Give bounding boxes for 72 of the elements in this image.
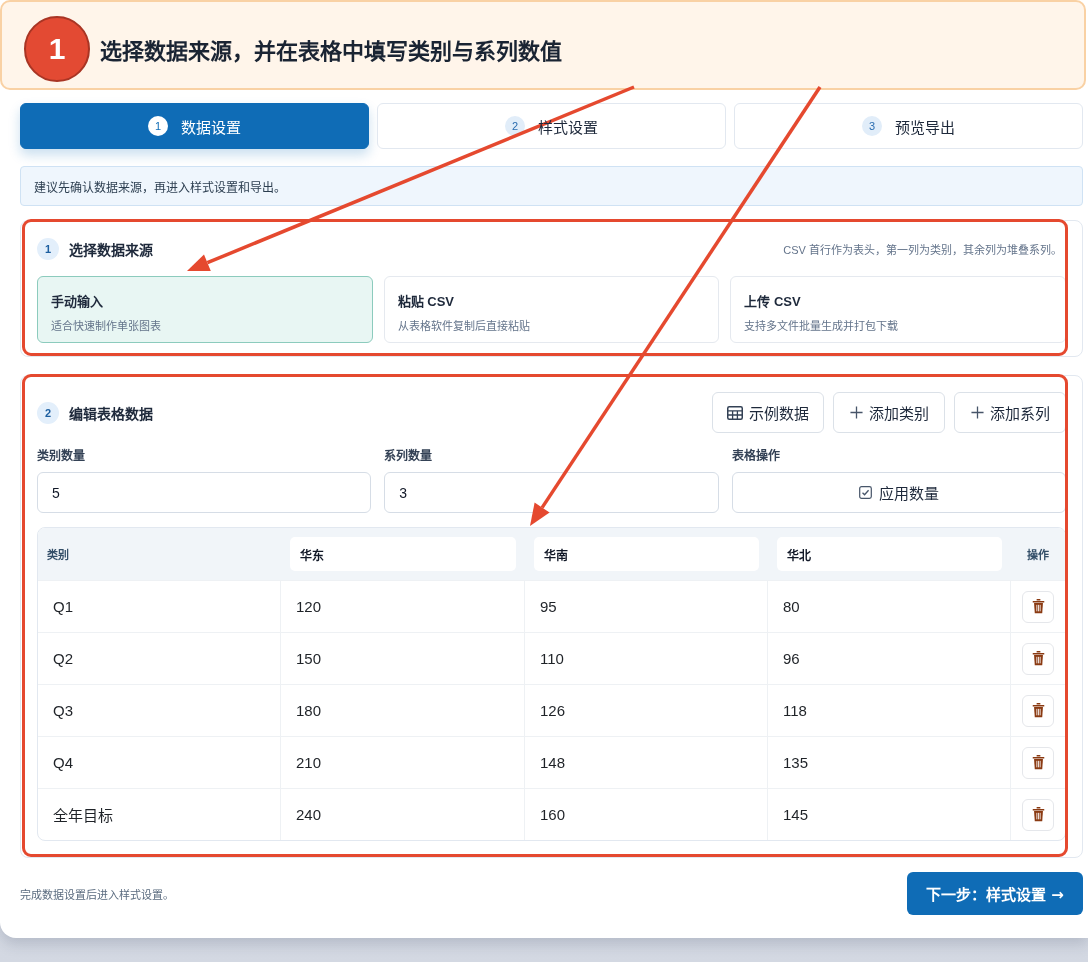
table-cell: 148 [525, 737, 768, 788]
notice-text: 建议先确认数据来源，再进入样式设置和导出。 [34, 179, 286, 195]
table-cell: Q2 [38, 633, 281, 684]
table-cell: 120 [281, 581, 525, 632]
column-header: 操作 [1027, 547, 1049, 562]
section-number: 2 [37, 401, 59, 424]
table-cell: 210 [281, 737, 525, 788]
table-cell: 135 [768, 737, 1011, 788]
callout-number: 1 [24, 16, 90, 82]
toolbar-button[interactable]: 添加类别 [833, 392, 945, 433]
field-label: 表格操作 [731, 448, 780, 464]
toolbar-button[interactable]: 添加系列 [954, 392, 1066, 433]
next-step-button[interactable]: 下一步：样式设置 → [907, 872, 1083, 915]
table-cell: 95 [525, 581, 768, 632]
option-title: 粘贴 CSV [397, 293, 454, 310]
table-cell: 80 [768, 581, 1011, 632]
callout-title: 选择数据来源，并在表格中填写类别与系列数值 [100, 38, 562, 65]
table-cell: 145 [768, 789, 1011, 840]
trash-icon [1031, 703, 1045, 718]
table-cell: 96 [768, 633, 1011, 684]
table-icon [727, 405, 743, 420]
section-title: 选择数据来源 [69, 241, 153, 259]
source-option[interactable]: 上传 CSV 支持多文件批量生成并打包下载 [730, 276, 1066, 343]
trash-icon [1031, 755, 1045, 770]
table-cell: Q3 [38, 685, 281, 736]
source-option[interactable]: 粘贴 CSV 从表格软件复制后直接粘贴 [383, 276, 720, 343]
option-description: 支持多文件批量生成并打包下载 [744, 319, 899, 333]
delete-button[interactable] [1022, 694, 1054, 727]
toolbar-button[interactable]: 示例数据 [712, 392, 824, 433]
table-cell: 160 [525, 789, 768, 840]
plus-icon [970, 406, 984, 419]
delete-button[interactable] [1022, 642, 1054, 675]
section-number: 1 [37, 238, 59, 260]
field-label: 类别数量 [37, 448, 85, 464]
series-name-field[interactable]: 华北 [777, 537, 1002, 571]
table-cell: 全年目标 [38, 789, 281, 840]
table-cell: 240 [281, 789, 525, 840]
table-cell: 180 [281, 685, 525, 736]
step-number: 3 [862, 116, 882, 136]
option-title: 手动输入 [51, 293, 103, 310]
check-square-icon [858, 486, 872, 499]
delete-button[interactable] [1022, 590, 1054, 623]
series-name-field[interactable]: 华东 [290, 537, 516, 571]
section-hint: CSV 首行作为表头，第一列为类别，其余列为堆叠系列。 [783, 243, 1062, 257]
number-input-field[interactable]: 5 [37, 472, 372, 513]
delete-button[interactable] [1022, 746, 1054, 779]
step-number: 1 [148, 116, 168, 136]
source-option[interactable]: 手动输入 适合快速制作单张图表 [37, 276, 373, 343]
trash-icon [1031, 599, 1045, 614]
step-tab[interactable]: 3 预览导出 [734, 103, 1083, 149]
option-description: 从表格软件复制后直接粘贴 [397, 319, 530, 333]
plus-icon [849, 406, 863, 419]
table-cell: 126 [525, 685, 768, 736]
delete-button[interactable] [1022, 798, 1054, 831]
option-description: 适合快速制作单张图表 [51, 319, 161, 333]
series-name-field[interactable]: 华南 [534, 537, 759, 571]
table-cell: Q1 [38, 581, 281, 632]
table-cell: 150 [281, 633, 525, 684]
trash-icon [1031, 807, 1045, 822]
number-input-field[interactable]: 3 [384, 472, 719, 513]
footer-note: 完成数据设置后进入样式设置。 [20, 887, 174, 902]
table-cell: 118 [768, 685, 1011, 736]
trash-icon [1031, 651, 1045, 666]
step-tab[interactable]: 1 数据设置 [20, 103, 369, 149]
section-title: 编辑表格数据 [69, 404, 153, 423]
field-label: 系列数量 [384, 448, 433, 464]
column-header: 类别 [47, 547, 69, 562]
option-title: 上传 CSV [744, 293, 801, 310]
table-cell: Q4 [38, 737, 281, 788]
apply-button[interactable]: 应用数量 [731, 472, 1066, 513]
table-cell: 110 [525, 633, 768, 684]
step-number: 2 [505, 116, 525, 136]
